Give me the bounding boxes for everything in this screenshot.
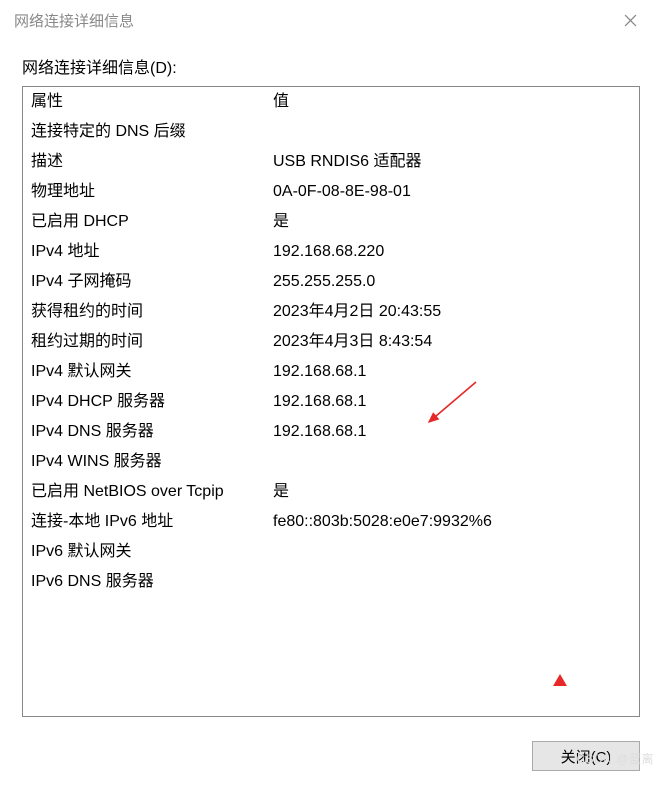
table-row[interactable]: 连接特定的 DNS 后缀: [23, 117, 639, 147]
property-cell: IPv6 DNS 服务器: [31, 569, 273, 595]
value-cell: [273, 539, 639, 565]
content-area: 网络连接详细信息(D): 属性 值 连接特定的 DNS 后缀描述USB RNDI…: [0, 40, 662, 729]
table-row[interactable]: IPv4 子网掩码255.255.255.0: [23, 267, 639, 297]
property-cell: IPv4 DHCP 服务器: [31, 389, 273, 415]
table-row[interactable]: IPv4 DNS 服务器192.168.68.1: [23, 417, 639, 447]
value-cell: 是: [273, 479, 639, 505]
value-cell: 192.168.68.220: [273, 239, 639, 265]
table-row[interactable]: 已启用 DHCP是: [23, 207, 639, 237]
details-listbox[interactable]: 属性 值 连接特定的 DNS 后缀描述USB RNDIS6 适配器物理地址0A-…: [22, 86, 640, 717]
value-cell: [273, 449, 639, 475]
value-cell: 192.168.68.1: [273, 419, 639, 445]
value-cell: fe80::803b:5028:e0e7:9932%6: [273, 509, 639, 535]
value-cell: 2023年4月3日 8:43:54: [273, 329, 639, 355]
table-row[interactable]: IPv4 默认网关192.168.68.1: [23, 357, 639, 387]
property-cell: IPv4 地址: [31, 239, 273, 265]
value-cell: [273, 569, 639, 595]
property-cell: 描述: [31, 149, 273, 175]
property-cell: 连接特定的 DNS 后缀: [31, 119, 273, 145]
table-row[interactable]: IPv6 DNS 服务器: [23, 567, 639, 597]
table-row[interactable]: 物理地址0A-0F-08-8E-98-01: [23, 177, 639, 207]
table-row[interactable]: 已启用 NetBIOS over Tcpip是: [23, 477, 639, 507]
value-cell: 192.168.68.1: [273, 389, 639, 415]
property-cell: IPv6 默认网关: [31, 539, 273, 565]
property-cell: 物理地址: [31, 179, 273, 205]
property-cell: 已启用 DHCP: [31, 209, 273, 235]
value-cell: USB RNDIS6 适配器: [273, 149, 639, 175]
property-cell: IPv4 WINS 服务器: [31, 449, 273, 475]
property-cell: 获得租约的时间: [31, 299, 273, 325]
value-cell: 255.255.255.0: [273, 269, 639, 295]
property-cell: IPv4 默认网关: [31, 359, 273, 385]
dialog-footer: 关闭(C): [0, 729, 662, 793]
dialog-window: 网络连接详细信息 网络连接详细信息(D): 属性 值 连接特定的 DNS 后缀描…: [0, 0, 662, 793]
value-cell: 是: [273, 209, 639, 235]
table-row[interactable]: 租约过期的时间2023年4月3日 8:43:54: [23, 327, 639, 357]
property-cell: 已启用 NetBIOS over Tcpip: [31, 479, 273, 505]
value-cell: 192.168.68.1: [273, 359, 639, 385]
table-row[interactable]: 连接-本地 IPv6 地址fe80::803b:5028:e0e7:9932%6: [23, 507, 639, 537]
value-cell: [273, 119, 639, 145]
close-icon[interactable]: [610, 0, 650, 40]
table-row[interactable]: IPv4 DHCP 服务器192.168.68.1: [23, 387, 639, 417]
table-row[interactable]: IPv4 WINS 服务器: [23, 447, 639, 477]
titlebar: 网络连接详细信息: [0, 0, 662, 40]
table-row[interactable]: IPv4 地址192.168.68.220: [23, 237, 639, 267]
header-row: 属性 值: [23, 87, 639, 117]
annotation-triangle-icon: [553, 674, 567, 686]
property-cell: IPv4 DNS 服务器: [31, 419, 273, 445]
property-cell: IPv4 子网掩码: [31, 269, 273, 295]
table-row[interactable]: 获得租约的时间2023年4月2日 20:43:55: [23, 297, 639, 327]
property-cell: 连接-本地 IPv6 地址: [31, 509, 273, 535]
column-header-value: 值: [273, 89, 639, 115]
property-cell: 租约过期的时间: [31, 329, 273, 355]
value-cell: 0A-0F-08-8E-98-01: [273, 179, 639, 205]
table-row[interactable]: IPv6 默认网关: [23, 537, 639, 567]
table-row[interactable]: 描述USB RNDIS6 适配器: [23, 147, 639, 177]
window-title: 网络连接详细信息: [14, 10, 610, 31]
column-header-property: 属性: [31, 89, 273, 115]
section-label: 网络连接详细信息(D):: [22, 54, 640, 78]
watermark-text: CSDN @蓝​离: [576, 750, 654, 767]
value-cell: 2023年4月2日 20:43:55: [273, 299, 639, 325]
